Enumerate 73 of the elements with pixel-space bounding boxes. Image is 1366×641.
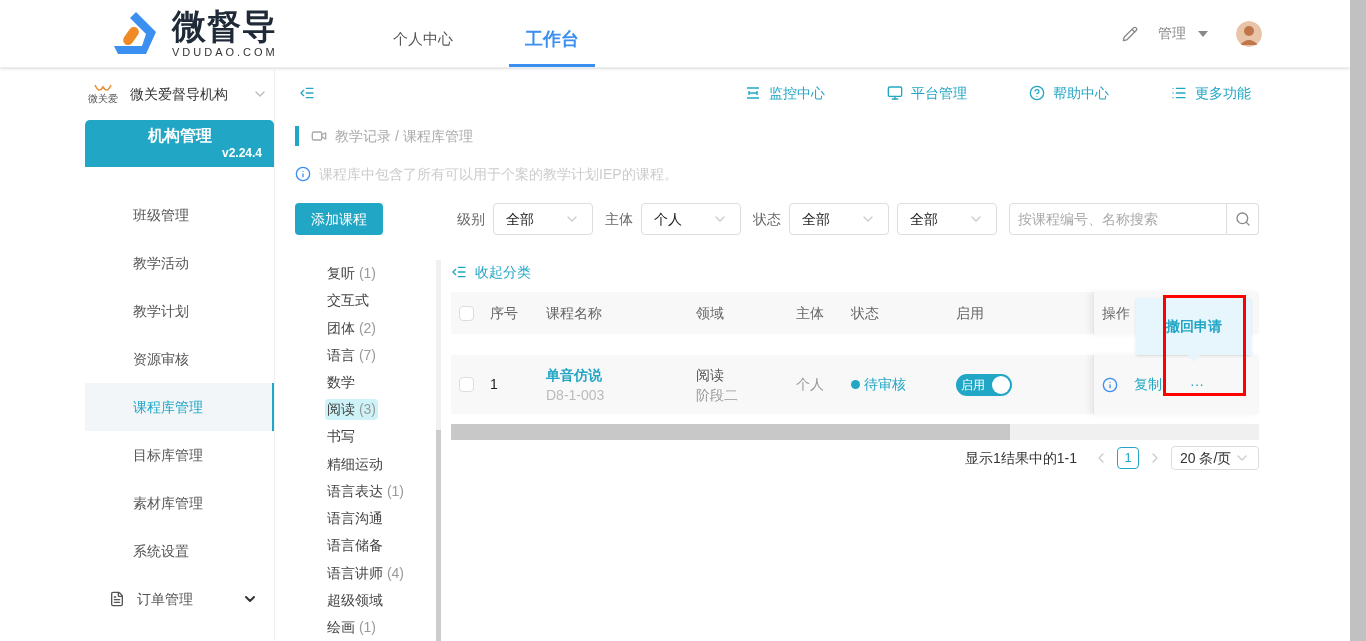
category-item[interactable]: 语言沟通	[325, 508, 385, 530]
org-logo-text: 微关爱	[88, 94, 118, 104]
menu-group[interactable]: 订单管理	[85, 575, 274, 623]
category-item[interactable]: 精细运动	[325, 453, 385, 475]
page-scrollbar[interactable]	[1350, 0, 1366, 641]
checkbox[interactable]	[459, 305, 474, 321]
menu-item[interactable]: 素材库管理	[85, 479, 274, 527]
nav-tab[interactable]: 个人中心	[377, 15, 469, 67]
pagination-summary: 显示1结果中的1-1	[964, 448, 1077, 468]
org-logo-icon	[94, 84, 112, 94]
column-header: 启用	[956, 304, 984, 321]
checkbox[interactable]	[459, 377, 474, 392]
category-item[interactable]: 语言表达 (1)	[325, 480, 406, 502]
filter-select[interactable]: 个人	[641, 203, 741, 235]
filter-label: 级别	[457, 209, 485, 229]
filter-select[interactable]: 全部	[897, 203, 997, 235]
filter-select[interactable]: 全部	[493, 203, 593, 235]
collapse-icon[interactable]	[451, 264, 467, 280]
menu-item[interactable]: 教学计划	[85, 287, 274, 335]
edit-icon[interactable]	[1122, 25, 1138, 42]
help-icon	[1029, 85, 1045, 101]
info-icon[interactable]	[1102, 376, 1118, 393]
video-icon	[311, 128, 327, 144]
document-icon	[109, 591, 125, 607]
category-item[interactable]: 绘画 (1)	[325, 616, 378, 638]
caret-icon[interactable]	[1198, 29, 1208, 38]
search-button[interactable]	[1227, 203, 1259, 235]
banner-title: 机构管理	[147, 126, 212, 146]
page-size-select[interactable]: 20 条/页	[1171, 446, 1259, 470]
stage-text: 阶段二	[696, 385, 739, 405]
status-text: 待审核	[864, 375, 906, 394]
avatar[interactable]	[1236, 20, 1262, 47]
menu-item[interactable]: 班级管理	[85, 191, 274, 239]
breadcrumb: 教学记录 / 课程库管理	[335, 126, 473, 146]
course-code: D8-1-003	[546, 385, 606, 405]
category-item[interactable]: 阅读 (3)	[325, 399, 378, 421]
scrollbar[interactable]	[436, 260, 441, 641]
menu-item[interactable]: 目标库管理	[85, 431, 274, 479]
category-item[interactable]: 交互式	[325, 290, 371, 312]
info-icon	[295, 166, 311, 182]
table-cell: 1	[490, 376, 498, 392]
logo-subtext: VDUDAO.COM	[172, 47, 278, 58]
column-header: 主体	[796, 304, 824, 321]
column-header: 序号	[490, 304, 518, 321]
search-field[interactable]: 按课程编号、名称搜索	[1009, 203, 1227, 235]
menu-item[interactable]: 系统设置	[85, 527, 274, 575]
column-header: 状态	[851, 304, 879, 321]
menu-item[interactable]: 资源审核	[85, 335, 274, 383]
horizontal-scrollbar[interactable]	[451, 424, 1259, 440]
category-item[interactable]: 语言讲师 (4)	[325, 562, 406, 584]
filter-label: 状态	[753, 209, 781, 229]
category-item[interactable]: 语言 (7)	[325, 344, 378, 366]
filter-label: 主体	[605, 209, 633, 229]
category-item[interactable]: 语言储备	[325, 535, 385, 557]
column-header: 操作	[1102, 303, 1130, 323]
search-icon	[1234, 211, 1251, 227]
user-name[interactable]: 管理	[1158, 23, 1186, 44]
column-header: 领域	[696, 304, 724, 321]
category-item[interactable]: 超级领域	[325, 589, 385, 611]
table-cell: 个人	[796, 376, 824, 392]
logo-text: 微督导	[172, 9, 278, 43]
category-item[interactable]: 数学	[325, 372, 357, 393]
version-label: v2.24.4	[221, 146, 262, 161]
column-header: 课程名称	[546, 304, 602, 321]
table-cell-text: 阅读	[696, 365, 725, 385]
collapse-icon[interactable]	[299, 85, 315, 101]
category-item[interactable]: 复听 (1)	[325, 263, 378, 285]
menu-item[interactable]: 教学活动	[85, 239, 274, 287]
org-name[interactable]: 微关爱督导机构	[130, 83, 228, 105]
category-item[interactable]: 团体 (2)	[325, 317, 378, 339]
filter-select[interactable]: 全部	[789, 203, 889, 235]
list-icon	[1171, 85, 1187, 101]
category-item[interactable]: 书写	[325, 426, 357, 448]
